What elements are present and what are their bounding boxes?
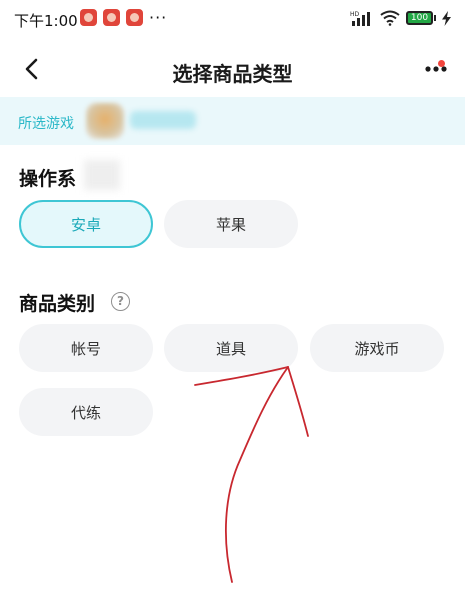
status-indicators: HD 100 xyxy=(350,10,451,26)
help-icon[interactable]: ? xyxy=(111,292,130,311)
status-app-icons xyxy=(80,9,143,26)
more-button[interactable] xyxy=(419,54,453,84)
nav-bar: 选择商品类型 xyxy=(0,44,465,96)
selected-game-label: 所选游戏 xyxy=(18,116,74,132)
category-option-boosting[interactable]: 代练 xyxy=(19,388,153,436)
battery-icon: 100 xyxy=(406,11,436,25)
signal-icon: HD xyxy=(350,11,370,26)
os-option-android[interactable]: 安卓 xyxy=(19,200,153,248)
notification-dot xyxy=(438,60,445,67)
status-time: 下午1:00 xyxy=(14,12,78,30)
more-dots-icon xyxy=(425,66,447,72)
category-section: 商品类别 ? 帐号 道具 游戏币 代练 xyxy=(0,288,465,448)
status-bar: 下午1:00 ··· HD 100 xyxy=(0,0,465,40)
category-option-currency[interactable]: 游戏币 xyxy=(310,324,444,372)
game-name-redacted xyxy=(130,111,196,129)
app-badge-icon xyxy=(103,9,120,26)
charging-icon xyxy=(442,10,451,26)
category-option-item[interactable]: 道具 xyxy=(164,324,298,372)
wifi-icon xyxy=(380,10,400,26)
category-section-title: 商品类别 xyxy=(19,293,96,315)
app-badge-icon xyxy=(126,9,143,26)
os-section-title: 操作系 xyxy=(19,168,77,190)
selected-game-banner[interactable]: 所选游戏 xyxy=(0,97,465,145)
os-option-ios[interactable]: 苹果 xyxy=(164,200,298,248)
category-option-account[interactable]: 帐号 xyxy=(19,324,153,372)
signal-hd-label: HD xyxy=(350,11,360,18)
app-badge-icon xyxy=(80,9,97,26)
page-title: 选择商品类型 xyxy=(172,62,293,86)
battery-level: 100 xyxy=(406,11,433,25)
redaction-blur xyxy=(84,160,120,190)
game-avatar xyxy=(86,103,124,139)
os-section: 操作系 安卓 苹果 xyxy=(0,160,465,260)
status-more: ··· xyxy=(149,8,168,27)
